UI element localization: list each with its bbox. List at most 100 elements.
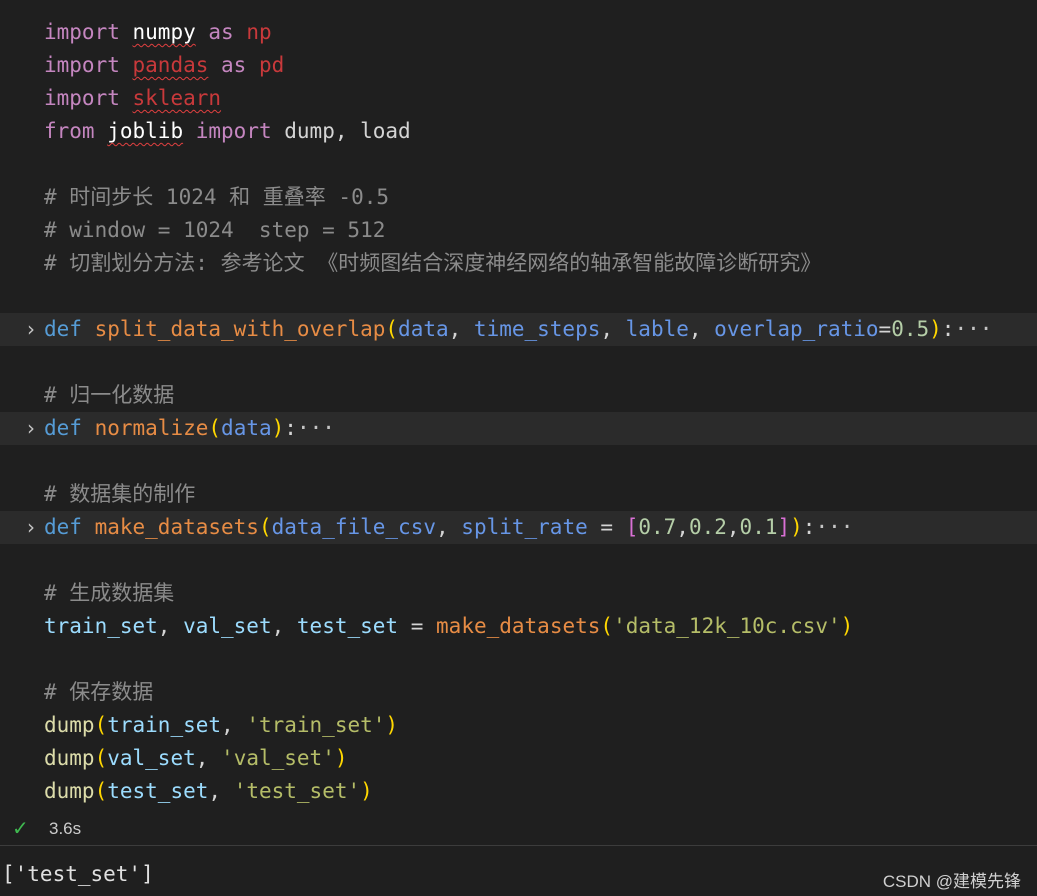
equals-sign: =	[600, 515, 614, 539]
check-icon: ✓	[12, 816, 29, 840]
keyword-import: import	[44, 53, 120, 77]
keyword-as: as	[208, 20, 234, 44]
code-line-blank[interactable]	[0, 544, 1037, 577]
folded-ellipsis-icon[interactable]: ···	[297, 416, 335, 440]
module-name: sklearn	[132, 86, 222, 110]
code-line-blank[interactable]	[0, 148, 1037, 181]
chevron-right-icon[interactable]: ›	[22, 511, 40, 544]
variable: train_set	[107, 713, 222, 737]
close-bracket: ]	[777, 515, 791, 539]
comment-text: # 切割划分方法: 参考论文 《时频图结合深度神经网络的轴承智能故障诊断研究》	[44, 251, 822, 275]
code-line-dump[interactable]: dump(val_set, 'val_set')	[0, 742, 1037, 775]
equals-sign: =	[410, 614, 424, 638]
module-name: joblib	[107, 119, 184, 143]
folded-function-split-data[interactable]: › def split_data_with_overlap(data, time_…	[0, 313, 1037, 346]
parameter: split_rate	[461, 515, 588, 539]
close-paren: )	[334, 746, 348, 770]
keyword-as: as	[221, 53, 247, 77]
code-line-blank[interactable]	[0, 346, 1037, 379]
variable: train_set	[44, 614, 158, 638]
open-paren: (	[208, 416, 222, 440]
code-line-2[interactable]: import pandas as pd	[0, 49, 1037, 82]
code-line-blank[interactable]	[0, 643, 1037, 676]
module-alias: pd	[258, 53, 285, 77]
code-line-comment[interactable]: # 时间步长 1024 和 重叠率 -0.5	[0, 181, 1037, 214]
chevron-right-icon[interactable]: ›	[22, 313, 40, 346]
watermark-text: CSDN @建模先锋	[882, 872, 1021, 891]
cell-output[interactable]: ['test_set'] CSDN @建模先锋	[0, 846, 1037, 896]
close-paren: )	[385, 713, 399, 737]
variable: test_set	[296, 614, 399, 638]
folded-ellipsis-icon[interactable]: ···	[815, 515, 853, 539]
string-literal: 'test_set'	[233, 779, 361, 803]
comment-text: # 时间步长 1024 和 重叠率 -0.5	[44, 185, 390, 209]
open-paren: (	[385, 317, 399, 341]
folded-function-make-datasets[interactable]: › def make_datasets(data_file_csv, split_…	[0, 511, 1037, 544]
keyword-from: from	[44, 119, 95, 143]
keyword-def: def	[44, 515, 82, 539]
code-line-comment[interactable]: # window = 1024 step = 512	[0, 214, 1037, 247]
close-paren: )	[271, 416, 285, 440]
open-paren: (	[258, 515, 272, 539]
variable: val_set	[107, 746, 196, 770]
code-line-comment[interactable]: # 归一化数据	[0, 379, 1037, 412]
parameter: data	[221, 416, 272, 440]
equals-sign: =	[878, 317, 892, 341]
code-line-3[interactable]: import sklearn	[0, 82, 1037, 115]
function-call: make_datasets	[436, 614, 601, 638]
string-literal: 'train_set'	[246, 713, 386, 737]
close-paren: )	[360, 779, 373, 803]
default-value: 0.5	[891, 317, 930, 341]
function-call: dump	[44, 713, 95, 737]
imported-names: dump, load	[284, 119, 411, 143]
comment-text: # window = 1024 step = 512	[44, 218, 386, 242]
folded-ellipsis-icon[interactable]: ···	[954, 317, 992, 341]
code-line-comment[interactable]: # 数据集的制作	[0, 478, 1037, 511]
keyword-import: import	[44, 86, 120, 110]
parameter: time_steps	[473, 317, 601, 341]
number: 0.2	[688, 515, 727, 539]
function-call: dump	[44, 779, 95, 803]
output-text: ['test_set']	[2, 862, 154, 886]
variable: test_set	[107, 779, 209, 803]
function-name: split_data_with_overlap	[94, 317, 386, 341]
cell-execution-status: ✓ 3.6s	[0, 814, 1037, 844]
parameter: data_file_csv	[271, 515, 436, 539]
function-name: make_datasets	[94, 515, 259, 539]
comment-text: # 归一化数据	[44, 383, 175, 407]
open-paren: (	[94, 779, 108, 803]
code-line-comment[interactable]: # 生成数据集	[0, 577, 1037, 610]
module-alias: np	[246, 20, 272, 44]
parameter: lable	[625, 317, 689, 341]
open-bracket: [	[625, 515, 639, 539]
string-literal: 'data_12k_10c.csv'	[613, 614, 841, 638]
code-line-blank[interactable]	[0, 445, 1037, 478]
close-paren: )	[840, 614, 854, 638]
notebook-code-cell[interactable]: import numpy as np import pandas as pd i…	[0, 0, 1037, 845]
module-name: numpy	[132, 20, 196, 44]
code-line-comment[interactable]: # 保存数据	[0, 676, 1037, 709]
code-line-assignment[interactable]: train_set, val_set, test_set = make_data…	[0, 610, 1037, 643]
code-editor[interactable]: import numpy as np import pandas as pd i…	[0, 16, 1037, 808]
code-line-dump[interactable]: dump(test_set, 'test_set')	[0, 775, 1037, 808]
keyword-def: def	[44, 416, 82, 440]
open-paren: (	[94, 713, 108, 737]
comment-text: # 保存数据	[44, 680, 154, 704]
code-line-1[interactable]: import numpy as np	[0, 16, 1037, 49]
code-line-dump[interactable]: dump(train_set, 'train_set')	[0, 709, 1037, 742]
keyword-import: import	[44, 20, 120, 44]
code-line-4[interactable]: from joblib import dump, load	[0, 115, 1037, 148]
folded-function-normalize[interactable]: › def normalize(data):···	[0, 412, 1037, 445]
function-call: dump	[44, 746, 95, 770]
parameter: data	[398, 317, 449, 341]
open-paren: (	[600, 614, 614, 638]
keyword-def: def	[44, 317, 82, 341]
close-paren: )	[929, 317, 942, 341]
code-line-blank[interactable]	[0, 280, 1037, 313]
parameter: overlap_ratio	[714, 317, 879, 341]
number: 0.1	[739, 515, 778, 539]
number: 0.7	[638, 515, 677, 539]
chevron-right-icon[interactable]: ›	[22, 412, 40, 445]
code-line-comment[interactable]: # 切割划分方法: 参考论文 《时频图结合深度神经网络的轴承智能故障诊断研究》	[0, 247, 1037, 280]
close-paren: )	[790, 515, 803, 539]
